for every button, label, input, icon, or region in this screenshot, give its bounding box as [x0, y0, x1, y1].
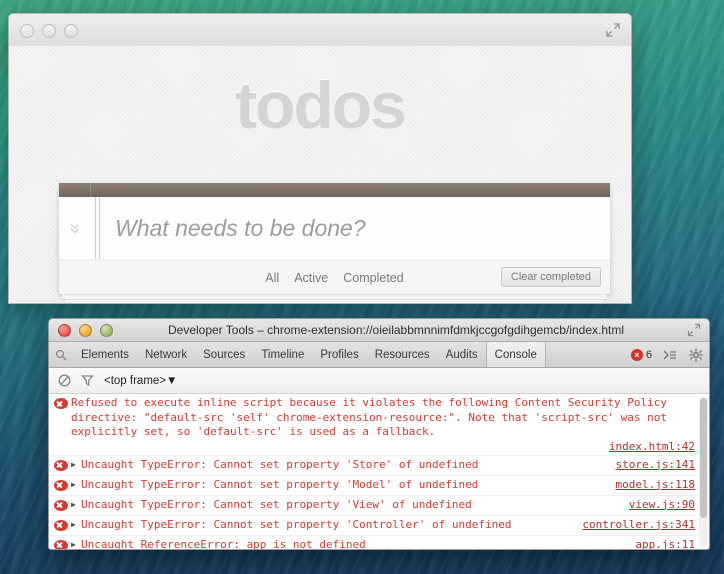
browser-traffic-lights[interactable] — [20, 24, 78, 38]
todo-footer: All Active Completed Clear completed — [59, 260, 610, 294]
devtools-traffic-lights[interactable] — [58, 323, 113, 337]
filter-active[interactable]: Active — [289, 269, 333, 287]
console-message-source[interactable]: controller.js:341 — [582, 518, 695, 533]
chevron-down-icon: ▼ — [166, 374, 178, 387]
tabbar-spacer — [546, 342, 626, 367]
browser-close-button[interactable] — [20, 24, 34, 38]
tab-sources[interactable]: Sources — [195, 342, 253, 367]
console-message-text: Uncaught ReferenceError: app is not defi… — [81, 537, 366, 550]
todo-filters: All Active Completed — [260, 269, 408, 287]
console-message-list[interactable]: Refused to execute inline script because… — [49, 394, 709, 549]
clear-console-icon[interactable] — [58, 374, 71, 387]
error-circle-icon — [54, 459, 68, 471]
error-circle-icon — [54, 479, 68, 491]
filter-funnel-icon[interactable] — [81, 374, 94, 387]
todo-app-card: » All Active Completed Clear completed — [59, 183, 610, 294]
tab-audits[interactable]: Audits — [438, 342, 486, 367]
disclosure-triangle-icon[interactable]: ▶ — [71, 480, 81, 489]
console-message-text: Uncaught TypeError: Cannot set property … — [81, 517, 512, 531]
console-message-text: Uncaught TypeError: Cannot set property … — [81, 497, 472, 511]
expand-arrows-icon[interactable] — [605, 22, 621, 38]
tab-resources[interactable]: Resources — [367, 342, 438, 367]
frame-selector[interactable]: <top frame>▼ — [104, 375, 177, 387]
console-message-source[interactable]: view.js:90 — [629, 498, 695, 513]
browser-titlebar — [9, 14, 631, 47]
resize-arrows-icon[interactable] — [687, 323, 701, 337]
browser-viewport: todos » All Active Completed Clear compl… — [9, 46, 631, 303]
error-circle-icon — [54, 499, 68, 511]
gear-icon[interactable] — [683, 342, 709, 367]
console-message-source[interactable]: store.js:141 — [616, 458, 695, 473]
tab-network[interactable]: Network — [137, 342, 195, 367]
console-message-text: Refused to execute inline script because… — [71, 396, 674, 438]
tab-console[interactable]: Console — [485, 342, 546, 367]
disclosure-triangle-icon[interactable]: ▶ — [71, 520, 81, 529]
console-message-source[interactable]: app.js:11 — [635, 538, 695, 550]
search-icon[interactable] — [49, 342, 73, 367]
tab-timeline[interactable]: Timeline — [253, 342, 312, 367]
tab-elements[interactable]: Elements — [73, 342, 137, 367]
console-message[interactable]: ▶ Uncaught TypeError: Cannot set propert… — [49, 476, 709, 496]
devtools-close-button[interactable] — [58, 323, 71, 337]
browser-window: todos » All Active Completed Clear compl… — [8, 13, 632, 304]
disclosure-triangle-icon[interactable]: ▶ — [71, 460, 81, 469]
console-message[interactable]: ▶ Uncaught ReferenceError: app is not de… — [49, 536, 709, 550]
filter-completed[interactable]: Completed — [338, 269, 408, 287]
console-drawer-icon[interactable] — [657, 342, 683, 367]
devtools-window-title: Developer Tools – chrome-extension://oie… — [167, 323, 624, 337]
browser-minimize-button[interactable] — [42, 24, 56, 38]
console-message-source[interactable]: index.html:42 — [54, 440, 709, 453]
console-scrollbar-thumb[interactable] — [700, 398, 707, 518]
devtools-window: Developer Tools – chrome-extension://oie… — [48, 318, 710, 550]
filter-all[interactable]: All — [260, 269, 284, 287]
disclosure-triangle-icon[interactable]: ▶ — [71, 500, 81, 509]
devtools-zoom-button[interactable] — [100, 323, 113, 337]
todo-card-topbar — [59, 183, 610, 197]
error-circle-icon — [54, 539, 68, 549]
console-filterbar: <top frame>▼ — [49, 368, 709, 394]
disclosure-triangle-icon[interactable]: ▶ — [71, 540, 81, 549]
devtools-tabbar: Elements Network Sources Timeline Profil… — [49, 342, 709, 368]
console-message[interactable]: ▶ Uncaught TypeError: Cannot set propert… — [49, 496, 709, 516]
devtools-minimize-button[interactable] — [79, 323, 92, 337]
chevron-toggle-all-icon[interactable]: » — [65, 212, 86, 244]
error-count-label: 6 — [645, 348, 652, 361]
console-message[interactable]: ▶ Uncaught TypeError: Cannot set propert… — [49, 516, 709, 536]
new-todo-input[interactable] — [91, 214, 610, 242]
frame-selector-label: <top frame> — [104, 374, 167, 387]
error-circle-icon — [54, 519, 68, 531]
console-message[interactable]: Refused to execute inline script because… — [49, 394, 709, 456]
error-circle-icon: × — [630, 348, 643, 361]
page-title: todos — [235, 68, 407, 142]
console-message-text: Uncaught TypeError: Cannot set property … — [81, 477, 479, 491]
console-message[interactable]: ▶ Uncaught TypeError: Cannot set propert… — [49, 456, 709, 476]
console-scrollbar[interactable] — [699, 396, 708, 547]
clear-completed-button[interactable]: Clear completed — [500, 267, 601, 287]
console-message-source[interactable]: model.js:118 — [616, 478, 695, 493]
devtools-titlebar: Developer Tools – chrome-extension://oie… — [49, 319, 709, 342]
browser-zoom-button[interactable] — [64, 24, 78, 38]
new-todo-row: » — [59, 197, 610, 260]
error-circle-icon — [54, 398, 68, 409]
console-message-text: Uncaught TypeError: Cannot set property … — [81, 457, 479, 471]
error-count-badge[interactable]: × 6 — [626, 342, 657, 367]
tab-profiles[interactable]: Profiles — [312, 342, 366, 367]
